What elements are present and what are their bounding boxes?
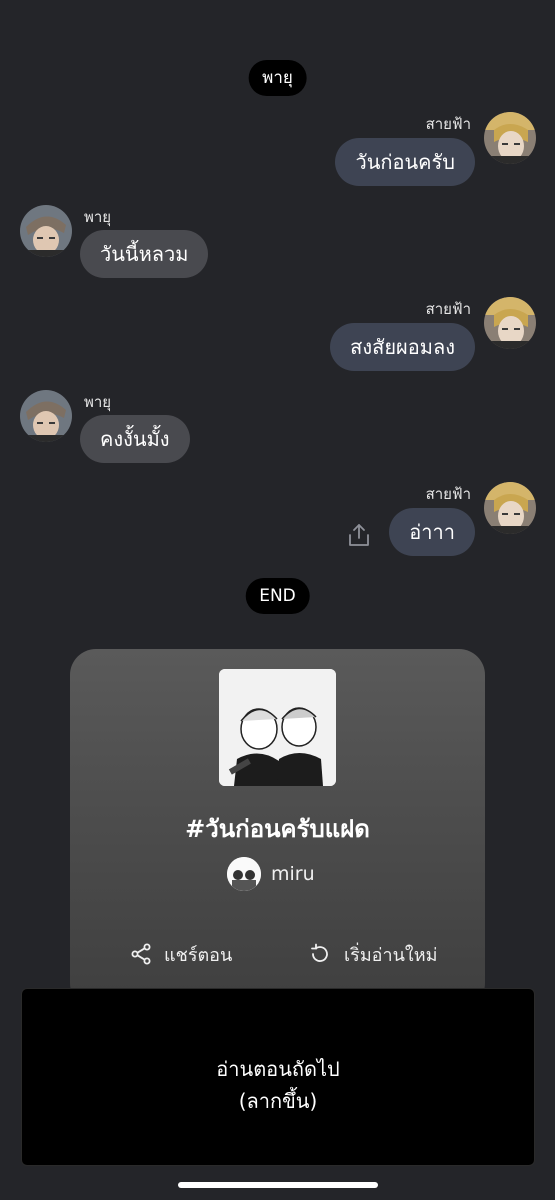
sender-name: สายฟ้า [425,300,471,318]
message-bubble[interactable]: สงสัยผอมลง [330,323,475,371]
sender-avatar-saifa[interactable] [484,297,536,349]
message-bubble[interactable]: วันนี้หลวม [80,230,209,278]
episode-cover-image[interactable] [219,669,336,786]
message-bubble[interactable]: อ่าาา [389,508,475,556]
swipe-up-hint: (ลากขึ้น) [238,1089,318,1113]
message-bubble[interactable]: คงงั้นมั้ง [80,415,190,463]
home-indicator[interactable] [178,1182,378,1188]
sender-avatar-saifa[interactable] [484,482,536,534]
end-pill: END [245,578,310,614]
author-avatar [227,857,261,891]
sender-name: สายฟ้า [425,485,471,503]
sender-name: สายฟ้า [425,115,471,133]
sender-avatar-saifa[interactable] [484,112,536,164]
episode-title: #วันก่อนครับแฝด [185,815,370,843]
share-episode-button[interactable]: แชร์ตอน [130,939,232,969]
author-link[interactable]: miru [227,857,315,891]
restart-reading-button[interactable]: เริ่มอ่านใหม่ [308,939,437,969]
episode-card: #วันก่อนครับแฝด miru แชร์ตอน เริ่มอ่านให… [70,649,485,1009]
share-upload-icon[interactable] [346,522,372,548]
sender-avatar-payu[interactable] [20,390,72,442]
next-episode-label: อ่านตอนถัดไป [216,1057,340,1081]
author-name: miru [271,863,315,885]
chat-header-pill: พายุ [248,60,307,96]
sender-name: พายุ [84,393,112,411]
sender-avatar-payu[interactable] [20,205,72,257]
restart-reading-label: เริ่มอ่านใหม่ [344,944,438,966]
sender-name: พายุ [84,208,112,226]
message-bubble[interactable]: วันก่อนครับ [335,138,475,186]
share-episode-label: แชร์ตอน [164,944,233,966]
share-icon [131,943,151,965]
next-episode-panel[interactable]: อ่านตอนถัดไป (ลากขึ้น) [21,988,535,1166]
restart-icon [311,943,328,962]
